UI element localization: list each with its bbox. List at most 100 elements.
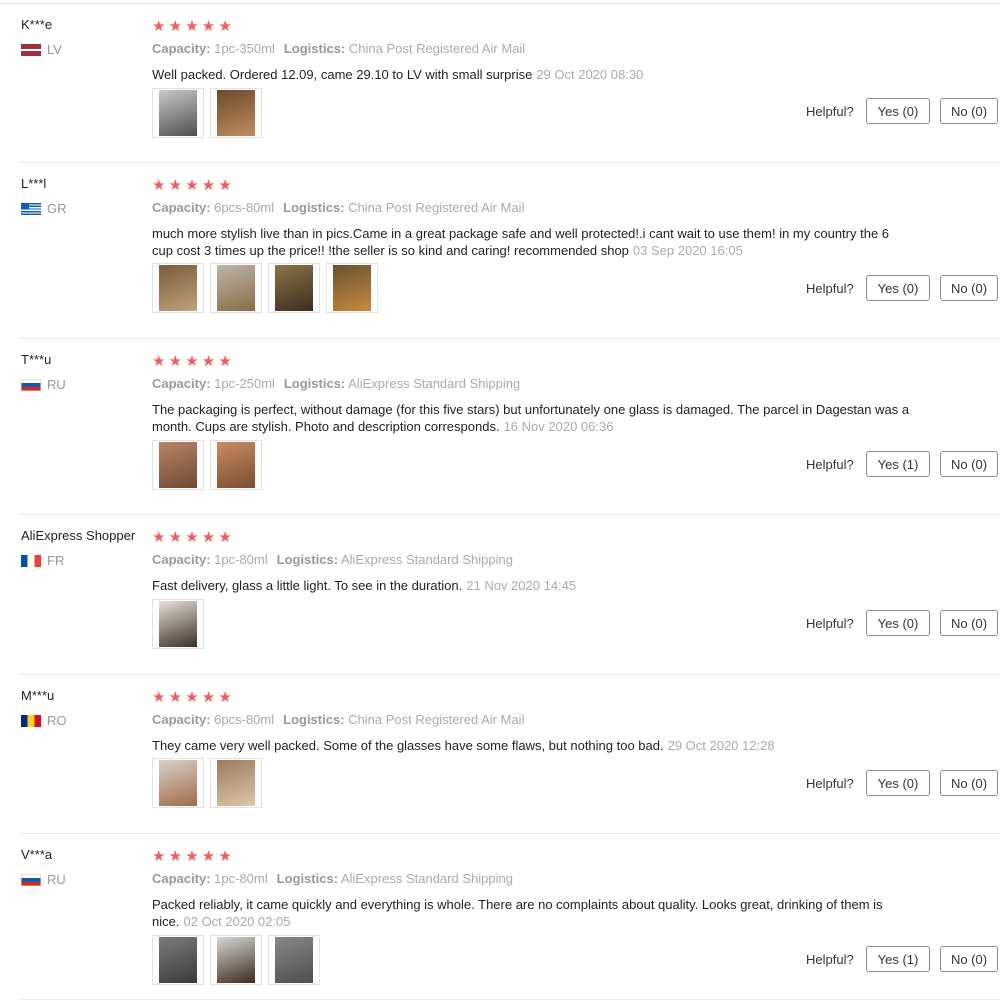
helpful-vote: Helpful? Yes (0) No (0): [806, 275, 998, 301]
capacity-label: Capacity:: [152, 712, 211, 727]
capacity-label: Capacity:: [152, 552, 211, 567]
reviewer-country: FR: [21, 553, 64, 568]
helpful-yes-button[interactable]: Yes (1): [866, 451, 930, 477]
review-photo-thumbnail[interactable]: [152, 263, 204, 313]
review-photo-thumbnail[interactable]: [152, 88, 204, 138]
review-photo-thumbnail[interactable]: [152, 440, 204, 490]
review-photos: [152, 758, 262, 808]
helpful-no-button[interactable]: No (0): [940, 610, 998, 636]
review-text: much more stylish live than in pics.Came…: [152, 225, 912, 259]
photo-image: [275, 937, 313, 983]
helpful-yes-button[interactable]: Yes (1): [866, 946, 930, 972]
review-photo-thumbnail[interactable]: [210, 440, 262, 490]
star-icon: ★: [185, 848, 199, 865]
reviewer-name: M***u: [21, 688, 55, 703]
capacity-value: 1pc-80ml: [214, 552, 268, 567]
reviewer-name: L***l: [21, 176, 47, 191]
order-info: Capacity: 1pc-250ml Logistics: AliExpress…: [152, 376, 520, 391]
review-photos: [152, 88, 262, 138]
photo-image: [217, 937, 255, 983]
country-code: GR: [47, 201, 67, 216]
photo-image: [217, 90, 255, 136]
star-icon: ★: [152, 848, 166, 865]
helpful-label: Helpful?: [806, 775, 854, 791]
helpful-yes-button[interactable]: Yes (0): [866, 98, 930, 124]
star-icon: ★: [152, 177, 166, 194]
capacity-value: 1pc-250ml: [214, 376, 275, 391]
review-text: Well packed. Ordered 12.09, came 29.10 t…: [152, 66, 912, 83]
helpful-label: Helpful?: [806, 615, 854, 631]
review-date: 16 Nov 2020 06:36: [503, 419, 614, 434]
helpful-vote: Helpful? Yes (1) No (0): [806, 946, 998, 972]
country-flag-icon: [21, 554, 41, 567]
star-rating: ★ ★ ★ ★ ★: [152, 353, 235, 371]
review-body: They came very well packed. Some of the …: [152, 738, 664, 753]
review-date: 29 Oct 2020 12:28: [667, 738, 775, 753]
reviewer-name: K***e: [21, 17, 53, 32]
reviewer-country: RO: [21, 713, 67, 728]
country-flag-icon: [21, 714, 41, 727]
helpful-vote: Helpful? Yes (0) No (0): [806, 610, 998, 636]
review-photos: [152, 599, 204, 649]
helpful-vote: Helpful? Yes (1) No (0): [806, 451, 998, 477]
photo-image: [159, 601, 197, 647]
review-item: K***e LV ★ ★ ★ ★ ★ Capacity: 1pc-350ml Logistics…: [0, 4, 1000, 163]
star-icon: ★: [218, 689, 232, 706]
order-info: Capacity: 1pc-80ml Logistics: AliExpress …: [152, 552, 513, 567]
country-flag-icon: [21, 202, 41, 215]
order-info: Capacity: 6pcs-80ml Logistics: China Post…: [152, 200, 524, 215]
photo-image: [159, 442, 197, 488]
helpful-yes-button[interactable]: Yes (0): [866, 275, 930, 301]
review-date: 21 Nov 2020 14:45: [466, 578, 577, 593]
reviewer-country: RU: [21, 377, 66, 392]
review-photo-thumbnail[interactable]: [268, 935, 320, 985]
review-photo-thumbnail[interactable]: [210, 263, 262, 313]
star-icon: ★: [168, 353, 183, 370]
review-photo-thumbnail[interactable]: [210, 935, 262, 985]
star-icon: ★: [218, 848, 232, 865]
order-info: Capacity: 6pcs-80ml Logistics: China Post…: [152, 712, 524, 727]
photo-image: [217, 265, 255, 311]
logistics-label: Logistics:: [283, 41, 346, 56]
helpful-no-button[interactable]: No (0): [940, 451, 998, 477]
capacity-value: 6pcs-80ml: [214, 712, 275, 727]
star-icon: ★: [218, 18, 232, 35]
photo-image: [333, 265, 371, 311]
logistics-value: AliExpress Standard Shipping: [340, 552, 513, 567]
review-photo-thumbnail[interactable]: [326, 263, 378, 313]
reviews-page: K***e LV ★ ★ ★ ★ ★ Capacity: 1pc-350ml Logistics…: [0, 0, 1000, 1000]
review-text: Fast delivery, glass a little light. To …: [152, 577, 912, 594]
review-photo-thumbnail[interactable]: [210, 88, 262, 138]
review-photo-thumbnail[interactable]: [210, 758, 262, 808]
helpful-yes-button[interactable]: Yes (0): [866, 770, 930, 796]
photo-image: [159, 760, 197, 806]
star-icon: ★: [168, 689, 183, 706]
country-flag-icon: [21, 378, 41, 391]
star-icon: ★: [201, 848, 216, 865]
helpful-no-button[interactable]: No (0): [940, 98, 998, 124]
star-icon: ★: [185, 353, 199, 370]
helpful-yes-button[interactable]: Yes (0): [866, 610, 930, 636]
helpful-no-button[interactable]: No (0): [940, 770, 998, 796]
review-body: much more stylish live than in pics.Came…: [152, 226, 890, 258]
logistics-label: Logistics:: [283, 712, 345, 727]
star-rating: ★ ★ ★ ★ ★: [152, 689, 235, 707]
helpful-no-button[interactable]: No (0): [940, 275, 998, 301]
star-icon: ★: [168, 848, 183, 865]
review-photo-thumbnail[interactable]: [268, 263, 320, 313]
star-rating: ★ ★ ★ ★ ★: [152, 848, 235, 866]
review-photo-thumbnail[interactable]: [152, 935, 204, 985]
logistics-value: China Post Registered Air Mail: [348, 712, 525, 727]
photo-image: [159, 265, 197, 311]
helpful-label: Helpful?: [806, 280, 854, 296]
review-text: The packaging is perfect, without damage…: [152, 401, 912, 435]
review-item: AliExpress Shopper FR ★ ★ ★ ★ ★ Capacity: 1pc-8…: [0, 515, 1000, 675]
helpful-label: Helpful?: [806, 951, 854, 967]
reviewer-name: AliExpress Shopper: [21, 528, 136, 543]
capacity-value: 1pc-80ml: [214, 871, 268, 886]
helpful-no-button[interactable]: No (0): [940, 946, 998, 972]
review-photos: [152, 440, 262, 490]
review-photo-thumbnail[interactable]: [152, 599, 204, 649]
review-photo-thumbnail[interactable]: [152, 758, 204, 808]
star-icon: ★: [168, 177, 183, 194]
